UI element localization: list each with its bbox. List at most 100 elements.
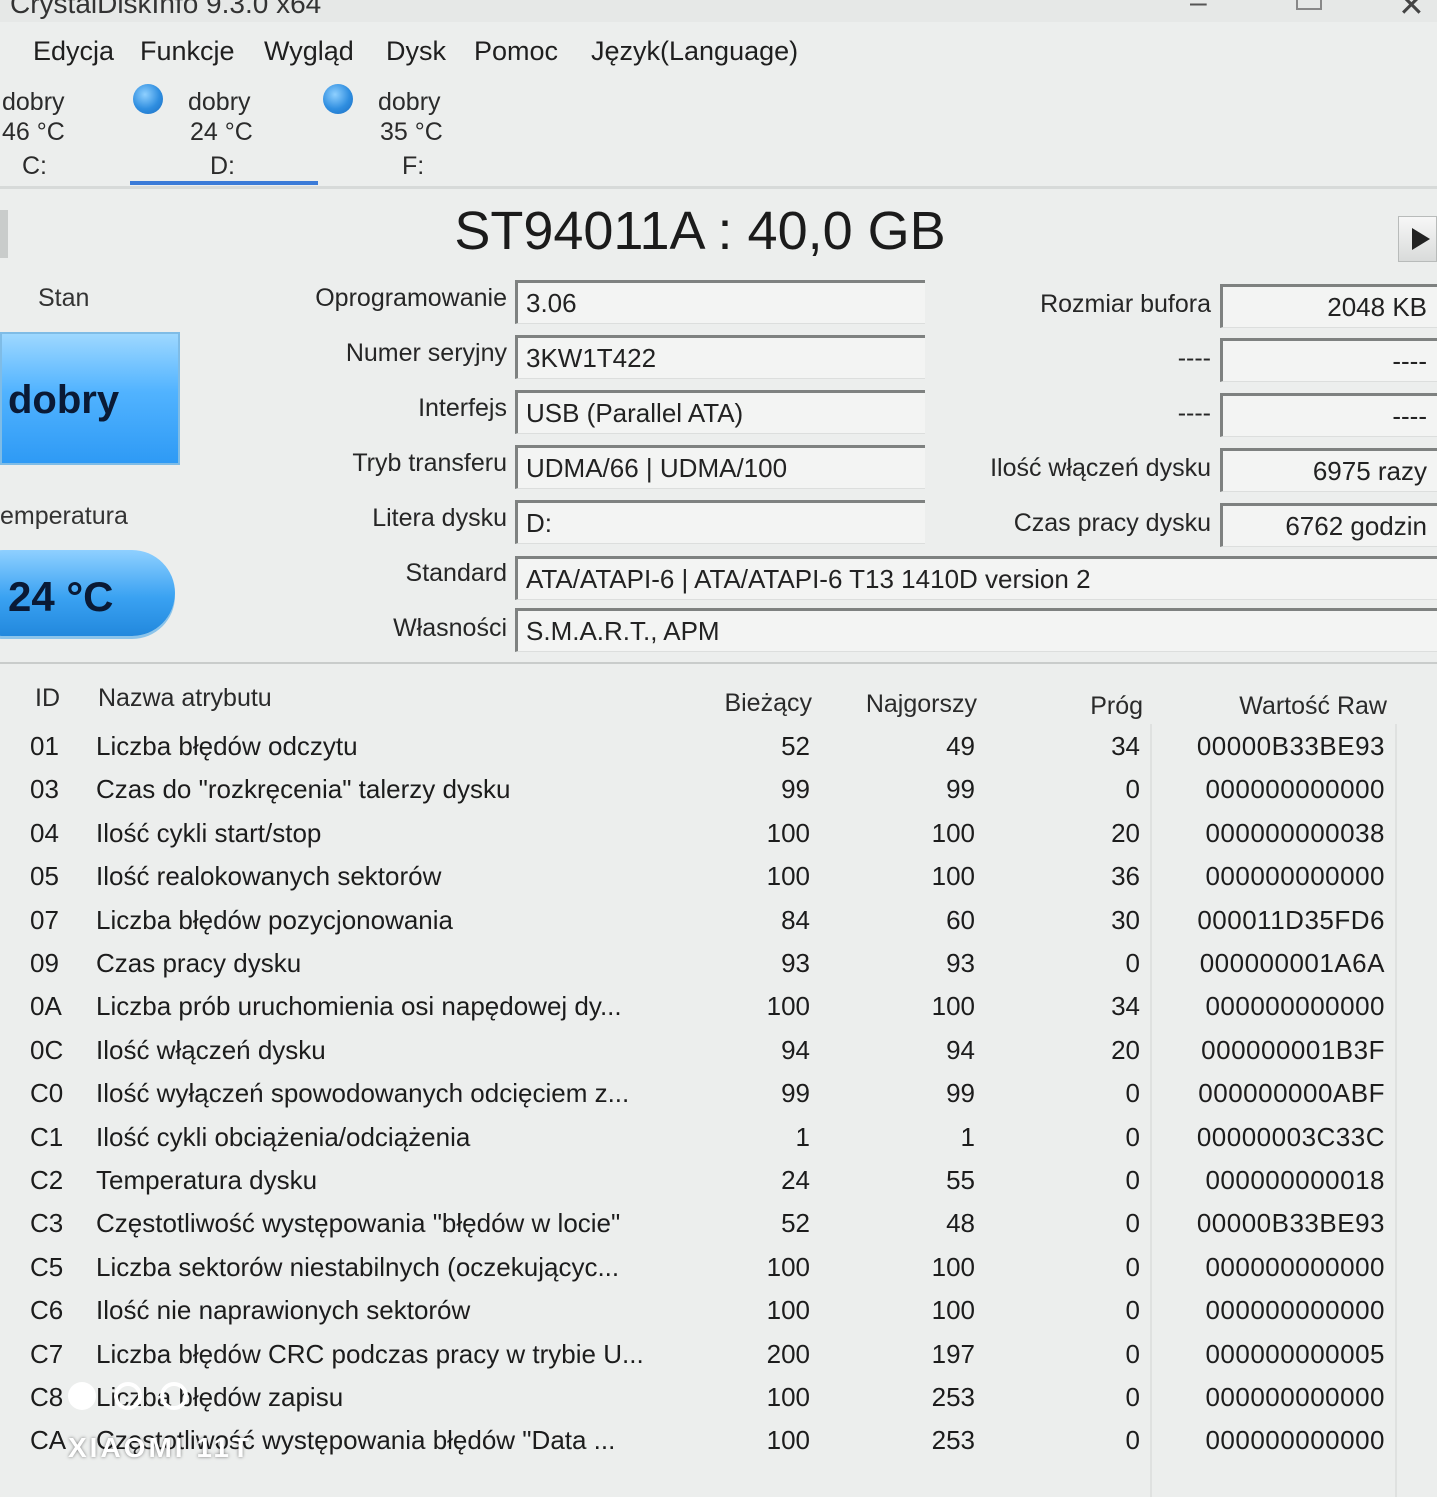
table-row[interactable]: C0 Ilość wyłączeń spowodowanych odcięciem… bbox=[0, 1078, 1437, 1121]
menu-pomoc[interactable]: Pomoc bbox=[474, 36, 558, 67]
attribute-threshold: 34 bbox=[1111, 991, 1140, 1022]
next-disk-button[interactable] bbox=[1398, 216, 1437, 262]
column-header-id[interactable]: ID bbox=[35, 684, 60, 713]
attribute-raw-value: 000000000018 bbox=[1205, 1165, 1385, 1195]
health-status-label: Stan bbox=[38, 284, 90, 312]
attribute-current: 84 bbox=[781, 904, 810, 935]
attribute-id: 0C bbox=[30, 1034, 64, 1065]
temperature-value: 24 °C bbox=[8, 573, 114, 620]
attribute-current: 100 bbox=[766, 1251, 810, 1282]
firmware-label: Oprogramowanie bbox=[315, 284, 507, 312]
drive-tab-f[interactable]: dobry 35 °C F: bbox=[320, 82, 510, 184]
minimize-button[interactable]: – bbox=[1190, 0, 1207, 20]
table-row[interactable]: 04 Ilość cykli start/stop 100 100 20 00000000… bbox=[0, 818, 1437, 861]
attribute-id: C5 bbox=[30, 1251, 64, 1282]
empty-field: ---- bbox=[1220, 338, 1437, 382]
menu-dysk[interactable]: Dysk bbox=[386, 36, 446, 67]
menu-jezyk[interactable]: Język(Language) bbox=[591, 36, 798, 67]
table-row[interactable]: 0A Liczba prób uruchomienia osi napędowej… bbox=[0, 991, 1437, 1034]
table-row[interactable]: 0C Ilość włączeń dysku 94 94 20 000000001B3F bbox=[0, 1035, 1437, 1078]
attribute-threshold: 0 bbox=[1125, 1078, 1140, 1109]
power-on-hours-label: Czas pracy dysku bbox=[1013, 509, 1211, 537]
table-row[interactable]: 07 Liczba błędów pozycjonowania 84 60 30 0000… bbox=[0, 905, 1437, 948]
attribute-raw-value: 000000000000 bbox=[1205, 1425, 1385, 1456]
attribute-raw-value: 000000000000 bbox=[1205, 774, 1385, 805]
attribute-raw-value: 000000000005 bbox=[1205, 1338, 1385, 1369]
attribute-worst: 55 bbox=[946, 1165, 975, 1195]
table-row[interactable]: 01 Liczba błędów odczytu 52 49 34 00000B33BE9… bbox=[0, 731, 1437, 774]
attribute-name: Czas do "rozkręcenia" talerzy dysku bbox=[96, 774, 511, 805]
attribute-worst: 100 bbox=[931, 991, 975, 1022]
attribute-name: Częstotliwość występowania "błędów w loc… bbox=[96, 1208, 621, 1239]
attribute-worst: 253 bbox=[931, 1382, 975, 1412]
drive-temp: 35 °C bbox=[380, 118, 443, 146]
attribute-raw-value: 000000000000 bbox=[1205, 991, 1385, 1022]
health-status-value: dobry bbox=[8, 378, 120, 422]
attribute-current: 52 bbox=[781, 1208, 810, 1239]
attribute-name: Ilość nie naprawionych sektorów bbox=[96, 1295, 471, 1326]
drive-tab-d[interactable]: dobry 24 °C D: bbox=[130, 82, 320, 184]
drive-letter: D: bbox=[210, 152, 235, 180]
table-row[interactable]: 03 Czas do "rozkręcenia" talerzy dysku 99 9… bbox=[0, 774, 1437, 817]
attribute-id: C3 bbox=[30, 1208, 64, 1239]
maximize-button[interactable] bbox=[1296, 0, 1322, 10]
attribute-current: 100 bbox=[766, 861, 810, 892]
attribute-current: 52 bbox=[781, 731, 810, 761]
divider bbox=[0, 186, 1437, 189]
attribute-name: Ilość cykli start/stop bbox=[96, 817, 322, 848]
attribute-threshold: 0 bbox=[1125, 1338, 1140, 1369]
table-row[interactable]: C5 Liczba sektorów niestabilnych (oczekuj… bbox=[0, 1252, 1437, 1295]
attribute-id: 05 bbox=[30, 861, 59, 892]
attribute-threshold: 20 bbox=[1111, 817, 1140, 848]
attribute-id: 01 bbox=[30, 731, 59, 761]
camera-watermark-text: XIAOMI 11T bbox=[68, 1432, 253, 1463]
attribute-current: 100 bbox=[766, 1425, 810, 1456]
attribute-raw-value: 000000000000 bbox=[1205, 861, 1385, 892]
attribute-threshold: 0 bbox=[1125, 1425, 1140, 1456]
standard-label: Standard bbox=[405, 559, 507, 587]
table-row[interactable]: C2 Temperatura dysku 24 55 0 000000000018 bbox=[0, 1165, 1437, 1208]
buffer-size-field: 2048 KB bbox=[1220, 284, 1437, 328]
temperature-label: emperatura bbox=[0, 502, 128, 530]
attribute-current: 1 bbox=[795, 1121, 810, 1152]
empty-field: ---- bbox=[1220, 393, 1437, 437]
table-row[interactable]: C1 Ilość cykli obciążenia/odciążenia 1 1 0 00… bbox=[0, 1122, 1437, 1165]
attribute-name: Liczba błędów pozycjonowania bbox=[96, 904, 454, 935]
attribute-worst: 99 bbox=[946, 774, 975, 805]
attribute-current: 100 bbox=[766, 817, 810, 848]
column-header-raw[interactable]: Wartość Raw bbox=[1239, 692, 1387, 721]
column-header-threshold[interactable]: Próg bbox=[1090, 692, 1143, 721]
attribute-name: Liczba błędów odczytu bbox=[96, 731, 358, 761]
table-row[interactable]: C3 Częstotliwość występowania "błędów w l… bbox=[0, 1208, 1437, 1251]
attribute-current: 94 bbox=[781, 1034, 810, 1065]
table-row[interactable]: C8 Liczba błędów zapisu 100 253 0 00000000000… bbox=[0, 1382, 1437, 1425]
table-row[interactable]: C6 Ilość nie naprawionych sektorów 100 100 0… bbox=[0, 1295, 1437, 1338]
serial-field: 3KW1T422 bbox=[515, 335, 925, 379]
attribute-threshold: 0 bbox=[1125, 1251, 1140, 1282]
attribute-worst: 1 bbox=[960, 1121, 975, 1152]
attribute-worst: 94 bbox=[946, 1034, 975, 1065]
table-row[interactable]: C7 Liczba błędów CRC podczas pracy w tryb… bbox=[0, 1339, 1437, 1382]
interface-field: USB (Parallel ATA) bbox=[515, 390, 925, 434]
table-row[interactable]: 05 Ilość realokowanych sektorów 100 100 36 00… bbox=[0, 861, 1437, 904]
attribute-threshold: 0 bbox=[1125, 1165, 1140, 1195]
close-button[interactable]: ✕ bbox=[1398, 0, 1425, 24]
menu-edycja[interactable]: Edycja bbox=[33, 36, 114, 67]
transfer-mode-field: UDMA/66 | UDMA/100 bbox=[515, 445, 925, 489]
table-row[interactable]: 09 Czas pracy dysku 93 93 0 000000001A6A bbox=[0, 948, 1437, 991]
transfer-mode-label: Tryb transferu bbox=[352, 449, 507, 477]
attribute-id: CA bbox=[30, 1425, 67, 1456]
disk-model-title: ST94011A : 40,0 GB bbox=[454, 201, 946, 261]
attribute-name: Liczba sektorów niestabilnych (oczekując… bbox=[96, 1251, 620, 1282]
features-field: S.M.A.R.T., APM bbox=[515, 608, 1437, 652]
attribute-threshold: 34 bbox=[1111, 731, 1140, 761]
menu-wyglad[interactable]: Wygląd bbox=[264, 36, 354, 67]
attribute-id: 0A bbox=[30, 991, 62, 1022]
attribute-id: C2 bbox=[30, 1165, 64, 1195]
column-header-current[interactable]: Bieżący bbox=[724, 689, 812, 718]
active-tab-indicator bbox=[130, 181, 318, 185]
menu-funkcje[interactable]: Funkcje bbox=[140, 36, 235, 67]
column-header-name[interactable]: Nazwa atrybutu bbox=[98, 684, 272, 713]
attribute-id: C8 bbox=[30, 1382, 64, 1412]
column-header-worst[interactable]: Najgorszy bbox=[866, 690, 977, 719]
